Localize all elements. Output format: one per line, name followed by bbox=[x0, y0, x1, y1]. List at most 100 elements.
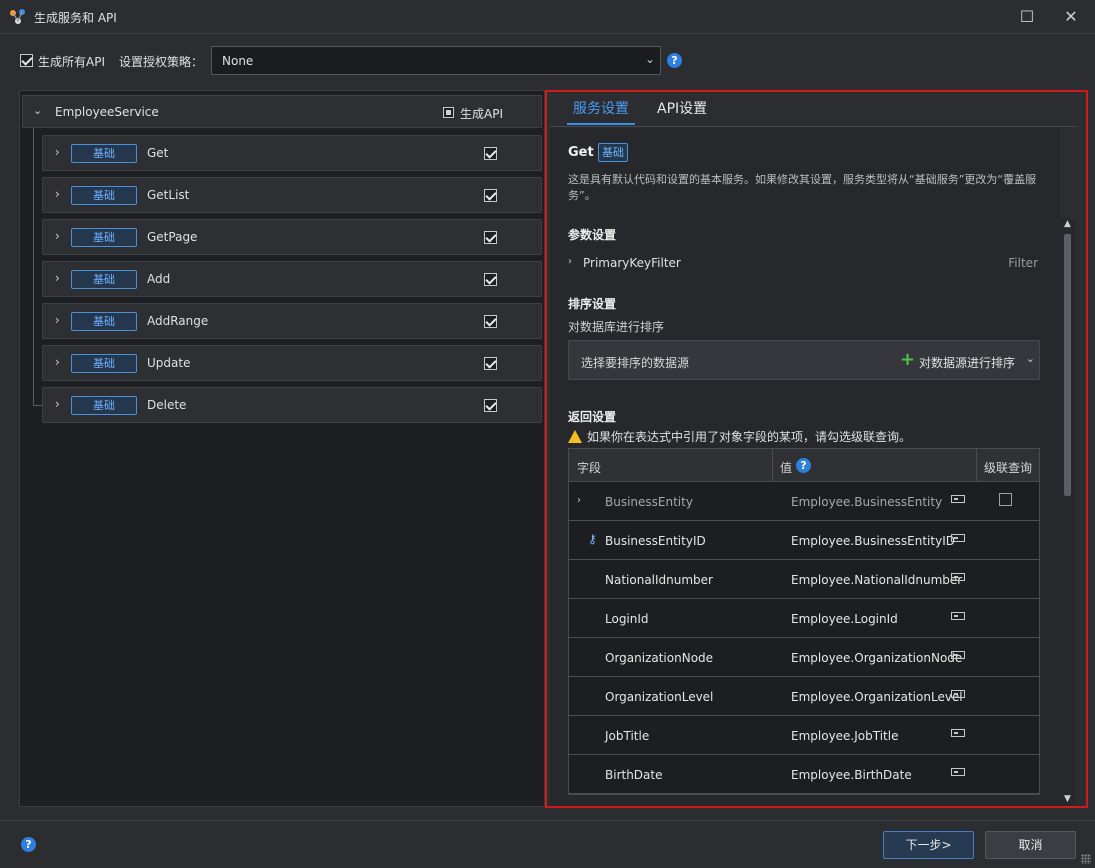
expression-icon[interactable] bbox=[951, 573, 965, 581]
chevron-right-icon[interactable]: › bbox=[55, 187, 60, 201]
table-row[interactable]: OrganizationLevel Employee.OrganizationL… bbox=[569, 677, 1039, 716]
tab-service-settings[interactable]: 服务设置 bbox=[573, 98, 629, 118]
api-checkbox[interactable] bbox=[484, 147, 497, 160]
collapse-chevron-icon[interactable]: ⌄ bbox=[33, 104, 42, 117]
expression-icon[interactable] bbox=[951, 651, 965, 659]
service-description: 这是具有默认代码和设置的基本服务。如果修改其设置，服务类型将从“基础服务”更改为… bbox=[568, 173, 1037, 202]
api-item-get[interactable]: › 基础 Get bbox=[42, 135, 542, 171]
chevron-right-icon[interactable]: › bbox=[55, 355, 60, 369]
help-icon[interactable]: ? bbox=[796, 458, 811, 473]
app-logo-icon bbox=[10, 9, 25, 24]
api-checkbox[interactable] bbox=[484, 357, 497, 370]
api-name: AddRange bbox=[147, 314, 209, 328]
scroll-down-icon[interactable]: ▼ bbox=[1061, 793, 1074, 806]
chevron-right-icon[interactable]: › bbox=[55, 271, 60, 285]
api-type-badge: 基础 bbox=[71, 228, 137, 247]
api-item-getpage[interactable]: › 基础 GetPage bbox=[42, 219, 542, 255]
api-item-delete[interactable]: › 基础 Delete bbox=[42, 387, 542, 423]
plus-icon[interactable]: + bbox=[900, 349, 915, 370]
field-name: OrganizationNode bbox=[605, 651, 714, 665]
table-row[interactable]: JobTitle Employee.JobTitle bbox=[569, 716, 1039, 755]
table-row[interactable]: OrganizationNode Employee.OrganizationNo… bbox=[569, 638, 1039, 677]
scroll-up-icon[interactable]: ▲ bbox=[1061, 218, 1074, 231]
chevron-right-icon[interactable]: › bbox=[55, 313, 60, 327]
expression-icon[interactable] bbox=[951, 729, 965, 737]
api-checkbox[interactable] bbox=[484, 273, 497, 286]
api-checkbox[interactable] bbox=[484, 315, 497, 328]
api-item-add[interactable]: › 基础 Add bbox=[42, 261, 542, 297]
selected-service-name: Get bbox=[568, 145, 594, 160]
return-section-title: 返回设置 bbox=[568, 410, 617, 424]
table-row[interactable]: › BusinessEntity Employee.BusinessEntity bbox=[569, 482, 1039, 521]
service-node[interactable]: ⌄ EmployeeService 生成API bbox=[22, 95, 542, 128]
column-header-field: 字段 bbox=[577, 461, 602, 475]
cascade-warning: 如果你在表达式中引用了对象字段的某项，请勾选级联查询。 bbox=[568, 428, 911, 445]
chevron-right-icon[interactable]: › bbox=[568, 256, 572, 267]
api-name: Update bbox=[147, 356, 191, 370]
api-item-getlist[interactable]: › 基础 GetList bbox=[42, 177, 542, 213]
table-row[interactable]: NationalIdnumber Employee.NationalIdnumb… bbox=[569, 560, 1039, 599]
field-value: Employee.BirthDate bbox=[791, 768, 912, 782]
generate-all-checkbox[interactable] bbox=[20, 54, 33, 67]
table-row[interactable]: ⚷ BusinessEntityID Employee.BusinessEnti… bbox=[569, 521, 1039, 560]
expression-icon[interactable] bbox=[951, 534, 965, 542]
scrollbar-thumb[interactable] bbox=[1064, 234, 1071, 496]
api-type-badge: 基础 bbox=[71, 144, 137, 163]
service-name: EmployeeService bbox=[55, 105, 159, 119]
next-button[interactable]: 下一步> bbox=[883, 831, 974, 859]
chevron-right-icon[interactable]: › bbox=[55, 229, 60, 243]
expression-icon[interactable] bbox=[951, 768, 965, 776]
chevron-down-icon[interactable]: ⌄ bbox=[1026, 352, 1035, 365]
column-divider bbox=[976, 449, 977, 482]
cascade-query-checkbox[interactable] bbox=[999, 493, 1012, 506]
maximize-button[interactable]: ☐ bbox=[1015, 5, 1039, 29]
return-fields-grid: 字段 值 ? 级联查询 › BusinessEntity Employee.Bu… bbox=[568, 448, 1040, 795]
api-item-addrange[interactable]: › 基础 AddRange bbox=[42, 303, 542, 339]
chevron-right-icon[interactable]: › bbox=[55, 145, 60, 159]
params-section-title: 参数设置 bbox=[568, 228, 617, 242]
help-icon[interactable]: ? bbox=[21, 837, 36, 852]
window-title: 生成服务和 API bbox=[34, 11, 117, 25]
api-name: Add bbox=[147, 272, 171, 286]
help-icon[interactable]: ? bbox=[667, 53, 682, 68]
api-checkbox[interactable] bbox=[484, 189, 497, 202]
service-detail-panel: 服务设置 API设置 Get 基础 这是具有默认代码和设置的基本服务。如果修改其… bbox=[545, 90, 1088, 808]
generate-api-checkbox[interactable] bbox=[443, 107, 454, 118]
dialog-footer: ? 下一步> 取消 bbox=[0, 820, 1095, 868]
field-name: BirthDate bbox=[605, 768, 663, 782]
key-icon: ⚷ bbox=[588, 532, 597, 546]
chevron-right-icon[interactable]: › bbox=[55, 397, 60, 411]
expression-icon[interactable] bbox=[951, 612, 965, 620]
title-bar: 生成服务和 API ☐ ✕ bbox=[0, 0, 1095, 34]
field-name: BusinessEntityID bbox=[605, 534, 706, 548]
tab-api-settings[interactable]: API设置 bbox=[657, 98, 707, 118]
active-tab-indicator bbox=[567, 123, 635, 125]
field-name: OrganizationLevel bbox=[605, 690, 714, 704]
resize-grip-icon[interactable] bbox=[1081, 854, 1091, 864]
sort-datasource-button[interactable]: 对数据源进行排序 bbox=[919, 354, 1015, 371]
expression-icon[interactable] bbox=[951, 495, 965, 503]
column-header-value: 值 bbox=[780, 461, 793, 475]
api-name: GetPage bbox=[147, 230, 198, 244]
generate-api-label: 生成API bbox=[460, 107, 503, 121]
chevron-down-icon: ⌄ bbox=[644, 52, 655, 66]
field-value: Employee.OrganizationLevel bbox=[791, 690, 963, 704]
api-item-update[interactable]: › 基础 Update bbox=[42, 345, 542, 381]
api-type-badge: 基础 bbox=[71, 396, 137, 415]
table-row[interactable]: LoginId Employee.LoginId bbox=[569, 599, 1039, 638]
api-checkbox[interactable] bbox=[484, 231, 497, 244]
field-name: BusinessEntity bbox=[605, 495, 693, 509]
api-checkbox[interactable] bbox=[484, 399, 497, 412]
cancel-button[interactable]: 取消 bbox=[985, 831, 1076, 859]
vertical-scrollbar[interactable]: ▲ ▼ bbox=[1060, 218, 1075, 806]
policy-select[interactable]: None ⌄ bbox=[211, 46, 661, 75]
expression-icon[interactable] bbox=[951, 690, 965, 698]
param-name: PrimaryKeyFilter bbox=[583, 256, 681, 270]
table-row[interactable]: BirthDate Employee.BirthDate bbox=[569, 755, 1039, 794]
param-item[interactable]: › PrimaryKeyFilter Filter bbox=[568, 254, 1038, 274]
sort-subtitle: 对数据库进行排序 bbox=[568, 320, 665, 334]
sort-datasource-select[interactable]: 选择要排序的数据源 + 对数据源进行排序 ⌄ bbox=[568, 340, 1040, 380]
field-name: JobTitle bbox=[605, 729, 650, 743]
close-button[interactable]: ✕ bbox=[1059, 5, 1083, 29]
chevron-right-icon[interactable]: › bbox=[577, 495, 581, 506]
